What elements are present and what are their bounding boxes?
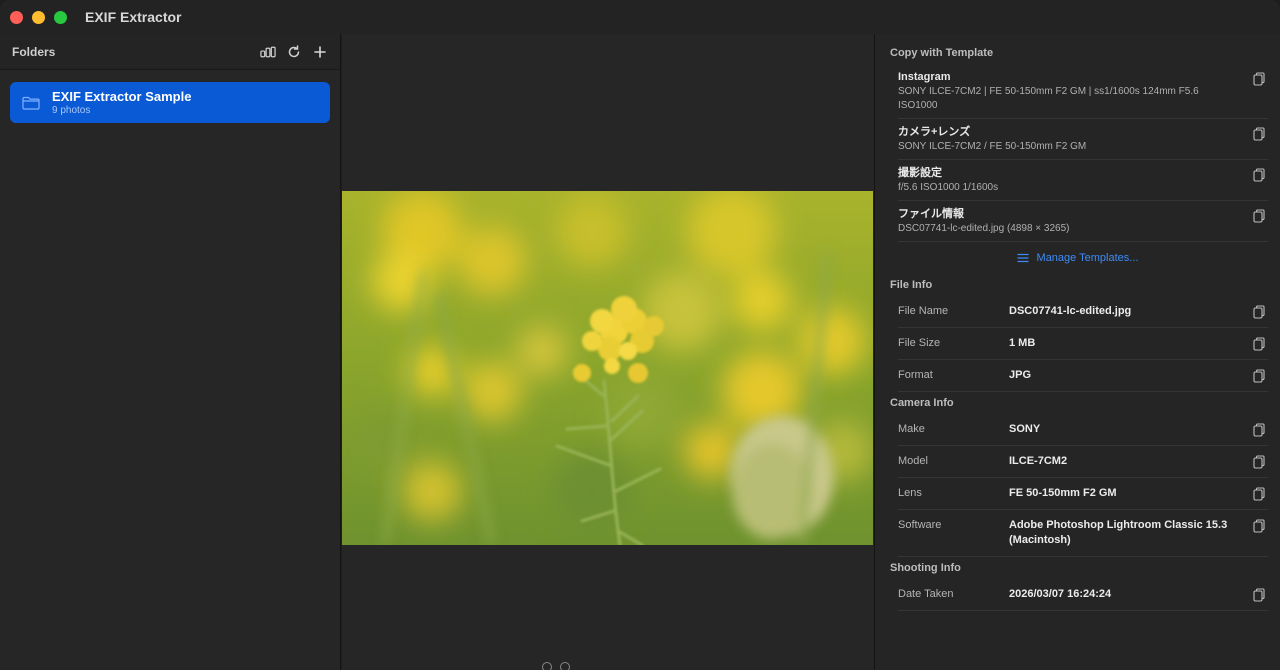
template-preview: f/5.6 ISO1000 1/1600s xyxy=(898,182,999,193)
copy-with-template-title: Copy with Template xyxy=(890,47,994,59)
info-label: Make xyxy=(898,423,925,435)
template-item-instagram[interactable]: Instagram SONY ILCE-7CM2 | FE 50-150mm F… xyxy=(898,64,1268,119)
info-label: Date Taken xyxy=(898,588,954,600)
template-item-shooting-settings[interactable]: 撮影設定 f/5.6 ISO1000 1/1600s xyxy=(898,160,1268,201)
zoom-window-button[interactable] xyxy=(54,10,67,24)
sidebar-title: Folders xyxy=(12,44,56,59)
template-name: 撮影設定 xyxy=(898,167,942,179)
template-preview: SONY ILCE-7CM2 | FE 50-150mm F2 GM | ss1… xyxy=(898,86,1199,111)
template-item-camera-lens[interactable]: カメラ+レンズ SONY ILCE-7CM2 / FE 50-150mm F2 … xyxy=(898,119,1268,160)
copy-icon[interactable] xyxy=(1253,337,1265,351)
info-row-software: Software Adobe Photoshop Lightroom Class… xyxy=(898,510,1268,557)
folder-item-selected[interactable]: EXIF Extractor Sample 9 photos xyxy=(10,82,330,123)
info-label: Model xyxy=(898,455,928,467)
refresh-icon[interactable] xyxy=(286,44,302,60)
zoom-out-icon[interactable] xyxy=(542,662,552,670)
template-name: カメラ+レンズ xyxy=(898,126,971,138)
info-row-make: Make SONY xyxy=(898,414,1268,446)
list-icon xyxy=(1016,253,1029,263)
copy-icon[interactable] xyxy=(1253,72,1265,86)
info-row-format: Format JPG xyxy=(898,360,1268,392)
info-value: SONY xyxy=(1009,423,1041,435)
info-row-file-name: File Name DSC07741-lc-edited.jpg xyxy=(898,296,1268,328)
app-window: EXIF Extractor Folders EXIF Extractor Sa… xyxy=(0,0,1280,670)
copy-icon[interactable] xyxy=(1253,588,1265,602)
photo-preview[interactable] xyxy=(342,191,873,545)
folder-icon xyxy=(22,96,40,110)
file-info-title: File Info xyxy=(890,279,933,291)
manage-templates-button[interactable]: Manage Templates... xyxy=(875,242,1280,274)
add-folder-icon[interactable] xyxy=(312,44,328,60)
template-name: Instagram xyxy=(898,71,951,83)
sidebar-header: Folders xyxy=(0,34,340,70)
sidebar-toolbar xyxy=(260,44,328,60)
camera-info-title: Camera Info xyxy=(890,397,954,409)
folder-name: EXIF Extractor Sample xyxy=(52,88,192,104)
copy-icon[interactable] xyxy=(1253,369,1265,383)
photo-preview-area xyxy=(342,34,874,670)
folder-photo-count: 9 photos xyxy=(52,104,91,116)
copy-icon[interactable] xyxy=(1253,127,1265,141)
info-row-lens: Lens FE 50-150mm F2 GM xyxy=(898,478,1268,510)
copy-icon[interactable] xyxy=(1253,487,1265,501)
template-preview: SONY ILCE-7CM2 / FE 50-150mm F2 GM xyxy=(898,141,1087,152)
copy-icon[interactable] xyxy=(1253,519,1265,533)
template-name: ファイル情報 xyxy=(898,208,964,220)
info-value: 2026/03/07 16:24:24 xyxy=(1009,588,1112,600)
template-item-file-info[interactable]: ファイル情報 DSC07741-lc-edited.jpg (4898 × 32… xyxy=(898,201,1268,242)
copy-icon[interactable] xyxy=(1253,168,1265,182)
info-value: JPG xyxy=(1009,369,1032,381)
manage-templates-label: Manage Templates... xyxy=(1036,252,1139,264)
preview-zoom-controls xyxy=(542,662,570,670)
info-value: Adobe Photoshop Lightroom Classic 15.3 (… xyxy=(1009,519,1228,546)
sidebar: Folders EXIF Extractor Sample 9 photos xyxy=(0,34,341,670)
shooting-info-title: Shooting Info xyxy=(890,562,961,574)
info-label: Format xyxy=(898,369,933,381)
info-value: DSC07741-lc-edited.jpg xyxy=(1009,305,1132,317)
info-value: FE 50-150mm F2 GM xyxy=(1009,487,1117,499)
info-label: Software xyxy=(898,519,942,531)
info-label: Lens xyxy=(898,487,922,499)
info-row-model: Model ILCE-7CM2 xyxy=(898,446,1268,478)
info-row-date-taken: Date Taken 2026/03/07 16:24:24 xyxy=(898,579,1268,611)
info-value: ILCE-7CM2 xyxy=(1009,455,1068,467)
copy-icon[interactable] xyxy=(1253,209,1265,223)
info-label: File Name xyxy=(898,305,949,317)
info-value: 1 MB xyxy=(1009,337,1036,349)
zoom-in-icon[interactable] xyxy=(560,662,570,670)
template-preview: DSC07741-lc-edited.jpg (4898 × 3265) xyxy=(898,223,1070,234)
window-controls xyxy=(10,10,67,24)
copy-icon[interactable] xyxy=(1253,423,1265,437)
info-label: File Size xyxy=(898,337,941,349)
app-title: EXIF Extractor xyxy=(85,9,182,25)
info-row-file-size: File Size 1 MB xyxy=(898,328,1268,360)
title-bar: EXIF Extractor xyxy=(0,0,1280,34)
copy-icon[interactable] xyxy=(1253,455,1265,469)
columns-view-icon[interactable] xyxy=(260,44,276,60)
info-panel: Copy with Template Instagram SONY ILCE-7… xyxy=(874,34,1280,670)
copy-icon[interactable] xyxy=(1253,305,1265,319)
close-window-button[interactable] xyxy=(10,10,23,24)
minimize-window-button[interactable] xyxy=(32,10,45,24)
